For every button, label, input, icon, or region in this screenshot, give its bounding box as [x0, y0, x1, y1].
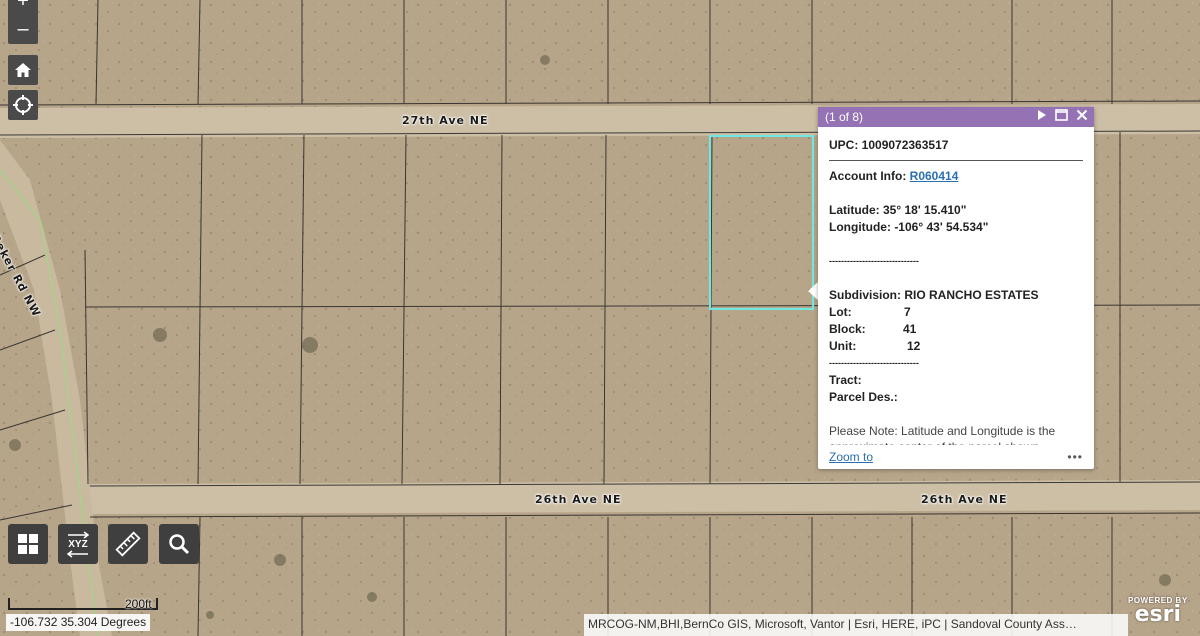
- note-text: Please Note: Latitude and Longitude is t…: [829, 424, 1056, 445]
- account-info-link[interactable]: R060414: [910, 169, 959, 183]
- popup-footer: Zoom to •••: [818, 445, 1094, 469]
- unit-row: Unit: 12: [829, 338, 1083, 355]
- block-label: Block:: [829, 322, 866, 336]
- unit-value: 12: [907, 339, 921, 353]
- measure-button[interactable]: [108, 524, 148, 564]
- locate-icon: [13, 95, 33, 115]
- subdivision-text: Subdivision: RIO RANCHO ESTATES: [829, 288, 1039, 302]
- locate-button[interactable]: [8, 90, 38, 120]
- lot-value: 7: [904, 305, 911, 319]
- longitude-text: Longitude: -106° 43' 54.534": [829, 220, 989, 234]
- search-button[interactable]: [159, 524, 199, 564]
- home-icon: [15, 63, 31, 77]
- swap-arrows-icon: [66, 549, 88, 558]
- esri-wordmark: esri: [1134, 602, 1182, 627]
- popup-header: (1 of 8): [818, 107, 1094, 127]
- more-actions-button[interactable]: •••: [1067, 450, 1083, 464]
- lot-label: Lot:: [829, 305, 852, 319]
- popup-content: UPC: 1009072363517 Account Info: R060414…: [818, 127, 1094, 445]
- upc-text: UPC: 1009072363517: [829, 138, 949, 152]
- close-icon[interactable]: [1076, 109, 1088, 121]
- account-info-label: Account Info:: [829, 169, 910, 183]
- unit-label: Unit:: [829, 339, 857, 353]
- zoom-to-link[interactable]: Zoom to: [829, 450, 873, 464]
- popup-pager: (1 of 8): [825, 110, 864, 124]
- separator-line-1: ------------------------------: [829, 256, 919, 266]
- home-button[interactable]: [8, 55, 38, 85]
- block-value: 41: [903, 322, 917, 336]
- block-row: Block: 41: [829, 321, 1083, 338]
- latitude-text: Latitude: 35° 18' 15.410": [829, 203, 967, 217]
- identify-popup: (1 of 8) UPC: 1009072363517 Account Info…: [818, 107, 1094, 469]
- popup-divider: [829, 160, 1083, 161]
- road-label-27th-ave: 27th Ave NE: [402, 114, 489, 127]
- coordinate-conversion-button[interactable]: XYZ: [58, 524, 98, 564]
- grid-icon: [18, 534, 38, 554]
- search-icon: [169, 534, 190, 555]
- next-feature-icon[interactable]: [1037, 109, 1047, 121]
- lot-row: Lot: 7: [829, 304, 1083, 321]
- zoom-out-button[interactable]: –: [8, 14, 38, 44]
- scale-label: 200ft: [125, 597, 152, 611]
- parcel-des-text: Parcel Des.:: [829, 390, 898, 404]
- account-info-row: Account Info: R060414: [829, 168, 1083, 185]
- separator-line-2: ------------------------------: [829, 358, 919, 368]
- swap-arrows-icon: [68, 530, 90, 539]
- road-label-26th-ave-west: 26th Ave NE: [535, 493, 622, 506]
- road-label-26th-ave-east: 26th Ave NE: [921, 493, 1008, 506]
- basemap-gallery-button[interactable]: [8, 524, 48, 564]
- ruler-icon: [115, 531, 141, 557]
- esri-logo: POWERED BY esri: [1128, 596, 1188, 627]
- maximize-icon[interactable]: [1055, 109, 1068, 121]
- coordinate-readout: -106.732 35.304 Degrees: [6, 614, 151, 631]
- xyz-label: XYZ: [68, 538, 88, 550]
- tract-text: Tract:: [829, 373, 862, 387]
- attribution-bar[interactable]: MRCOG-NM,BHI,BernCo GIS, Microsoft, Vant…: [584, 614, 1128, 636]
